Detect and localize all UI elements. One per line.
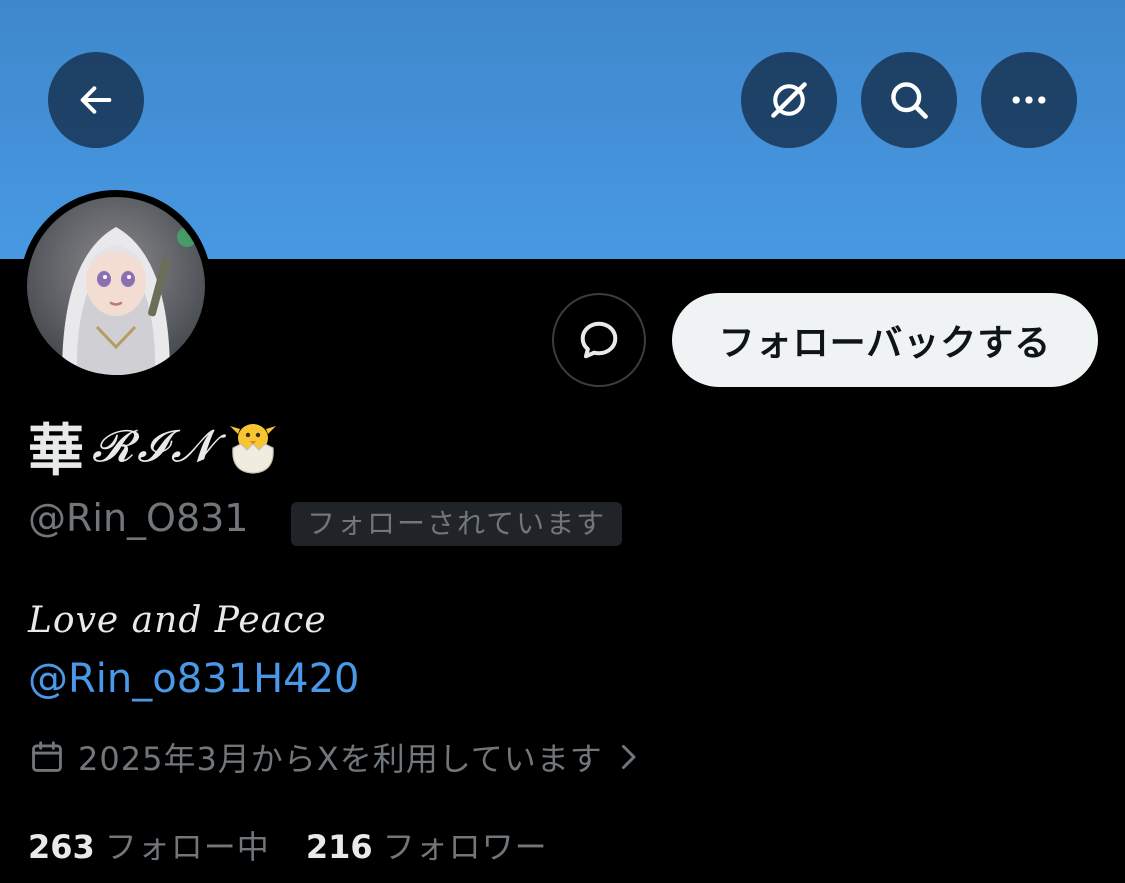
followers-label: フォロワー	[382, 828, 548, 866]
joined-date-text: 2025年3月からXを利用しています	[78, 740, 603, 778]
followers-link[interactable]: 216 フォロワー	[306, 822, 548, 868]
follow-back-button[interactable]: フォローバックする	[672, 293, 1098, 387]
avatar[interactable]	[20, 190, 212, 382]
bio-text: Love and Peace	[28, 600, 327, 641]
joined-date-row[interactable]: 2025年3月からXを利用しています	[28, 734, 639, 780]
more-horizontal-icon	[1012, 96, 1046, 104]
grok-button[interactable]	[741, 52, 837, 148]
message-icon	[580, 321, 618, 359]
follows-you-badge: フォローされています	[291, 502, 623, 546]
calendar-icon	[32, 741, 62, 772]
arrow-left-icon	[80, 86, 112, 114]
followers-count: 216	[305, 828, 373, 866]
username-handle: @Rin_O831	[28, 496, 249, 540]
following-label: フォロー中	[104, 828, 270, 866]
search-icon	[891, 82, 928, 119]
display-name-latin: 𝓡𝓘𝓝	[92, 420, 217, 472]
grok-icon	[771, 82, 807, 118]
following-count: 263	[28, 828, 95, 866]
avatar-image	[27, 197, 205, 375]
following-link[interactable]: 263 フォロー中	[28, 822, 270, 868]
hatching-chick-icon	[230, 424, 276, 474]
search-button[interactable]	[861, 52, 957, 148]
bio-mention-link[interactable]: @Rin_o831H420	[28, 656, 360, 702]
display-name-kanji: 華	[28, 418, 84, 484]
display-name: 華 𝓡𝓘𝓝	[28, 410, 285, 484]
message-button[interactable]	[552, 293, 646, 387]
follow-stats: 263 フォロー中 216 フォロワー	[28, 822, 548, 868]
more-button[interactable]	[981, 52, 1077, 148]
back-button[interactable]	[48, 52, 144, 148]
chevron-right-icon	[621, 745, 636, 769]
